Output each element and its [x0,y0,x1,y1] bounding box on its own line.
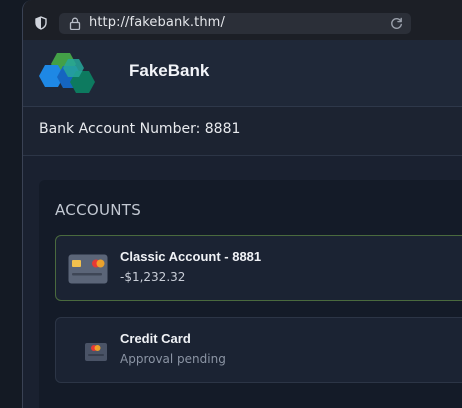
brand-name[interactable]: FakeBank [129,61,209,81]
accounts-panel: ACCOUNTS Classic Account - 8881 -$1,232.… [39,180,462,408]
browser-window: http://fakebank.thm/ FakeBank Bank Accou… [22,0,462,408]
account-name: Credit Card [120,331,191,346]
address-bar: http://fakebank.thm/ [23,0,462,40]
main-content: ACCOUNTS Classic Account - 8881 -$1,232.… [23,156,462,408]
account-number-label: Bank Account Number: 8881 [39,121,241,137]
credit-card-icon [85,343,107,361]
lock-icon [69,17,81,30]
site-header: FakeBank [23,40,462,107]
account-card-credit[interactable]: Credit Card Approval pending [55,317,462,383]
account-status: Approval pending [120,352,226,366]
account-card-classic[interactable]: Classic Account - 8881 -$1,232.32 [55,235,462,301]
desktop: http://fakebank.thm/ FakeBank Bank Accou… [0,0,462,408]
account-balance: -$1,232.32 [120,270,186,284]
shield-icon[interactable] [35,16,47,30]
url-field[interactable]: http://fakebank.thm/ [59,13,411,34]
account-name: Classic Account - 8881 [120,249,262,264]
account-number-bar: Bank Account Number: 8881 [23,107,462,156]
card-icon [68,254,108,284]
url-text: http://fakebank.thm/ [89,15,225,30]
reload-icon[interactable] [390,17,403,30]
fakebank-logo[interactable] [39,49,101,97]
accounts-title: ACCOUNTS [55,201,142,219]
